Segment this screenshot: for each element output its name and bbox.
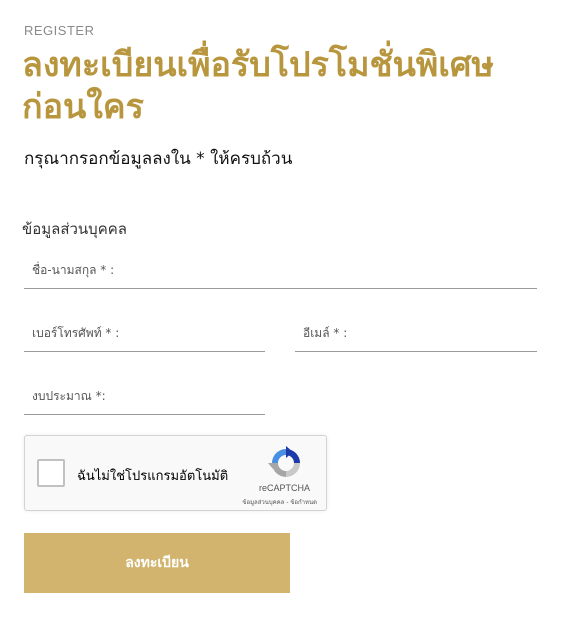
name-field bbox=[24, 252, 537, 289]
page-title: ลงทะเบียนเพื่อรับโปรโมชั่นพิเศษก่อนใคร bbox=[22, 45, 494, 127]
register-button[interactable]: ลงทะเบียน bbox=[24, 533, 290, 593]
page-subtitle: กรุณากรอกข้อมูลลงใน * ให้ครบถ้วน bbox=[24, 149, 293, 169]
budget-input[interactable] bbox=[24, 378, 265, 414]
recaptcha-label: ฉันไม่ใช่โปรแกรมอัตโนมัติ bbox=[77, 469, 229, 484]
name-input[interactable] bbox=[24, 252, 537, 288]
recaptcha-brand: reCAPTCHA bbox=[259, 483, 311, 493]
email-field bbox=[295, 315, 537, 352]
recaptcha-checkbox[interactable] bbox=[37, 459, 65, 487]
recaptcha-logo-icon bbox=[268, 446, 300, 477]
recaptcha-widget: ฉันไม่ใช่โปรแกรมอัตโนมัติ reCAPTCHA ข้อม… bbox=[24, 435, 327, 511]
section-title-personal-info: ข้อมูลส่วนบุคคล bbox=[22, 220, 127, 238]
recaptcha-links: ข้อมูลส่วนบุคคล - ข้อกำหนด bbox=[242, 497, 317, 507]
budget-field bbox=[24, 378, 265, 415]
email-input[interactable] bbox=[295, 315, 537, 351]
recaptcha-terms-link[interactable]: ข้อกำหนด bbox=[290, 499, 317, 506]
recaptcha-privacy-link[interactable]: ข้อมูลส่วนบุคคล bbox=[242, 499, 284, 506]
phone-input[interactable] bbox=[24, 315, 265, 351]
phone-field bbox=[24, 315, 265, 352]
register-eyebrow: REGISTER bbox=[24, 23, 95, 38]
